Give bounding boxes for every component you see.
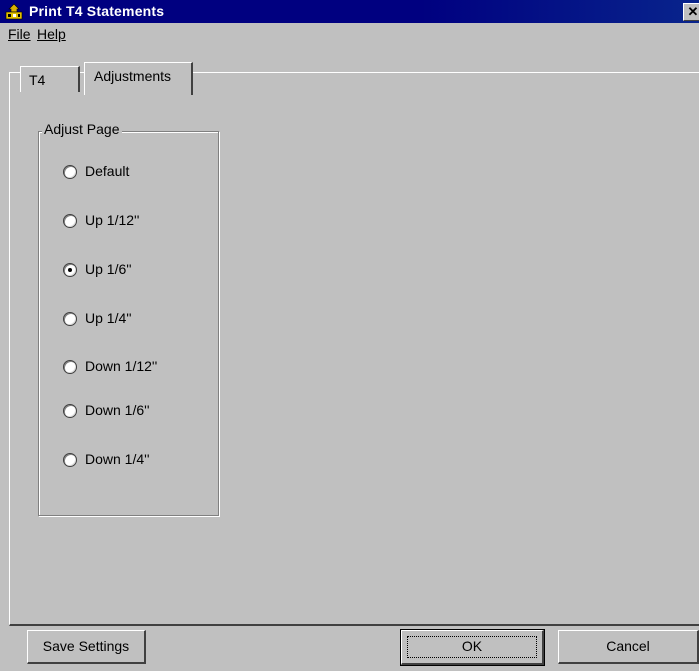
radio-label: Down 1/4'' xyxy=(85,451,150,467)
close-button[interactable]: ✕ xyxy=(683,3,699,21)
radio-button[interactable] xyxy=(63,453,77,467)
radio-button[interactable] xyxy=(63,360,77,374)
title-bar[interactable]: Print T4 Statements ✕ xyxy=(0,0,699,23)
radio-button[interactable] xyxy=(63,214,77,228)
radio-button[interactable] xyxy=(63,263,77,277)
menu-help-label: Help xyxy=(37,26,66,42)
cancel-label: Cancel xyxy=(606,638,650,654)
radio-selected-dot xyxy=(68,268,72,272)
radio-label: Up 1/4'' xyxy=(85,310,132,326)
window-title: Print T4 Statements xyxy=(29,3,165,19)
tab-t4[interactable]: T4 xyxy=(20,66,80,92)
radio-button[interactable] xyxy=(63,312,77,326)
ok-button[interactable]: OK xyxy=(400,629,545,666)
radio-button[interactable] xyxy=(63,165,77,179)
save-settings-label: Save Settings xyxy=(42,638,130,654)
radio-label: Up 1/12'' xyxy=(85,212,140,228)
radio-label: Down 1/12'' xyxy=(85,358,158,374)
app-icon xyxy=(5,3,23,20)
menu-help[interactable]: Help xyxy=(37,26,66,42)
save-settings-button[interactable]: Save Settings xyxy=(27,630,146,664)
tab-adjustments-label: Adjustments xyxy=(94,68,172,84)
cancel-button[interactable]: Cancel xyxy=(558,630,699,664)
radio-label: Default xyxy=(85,163,130,179)
focus-rect xyxy=(407,636,537,658)
close-icon: ✕ xyxy=(687,4,699,19)
menu-bar: File Help xyxy=(0,23,699,43)
group-label: Adjust Page xyxy=(42,121,122,137)
radio-label: Up 1/6'' xyxy=(85,261,132,277)
menu-file[interactable]: File xyxy=(8,26,31,42)
tab-adjustments[interactable]: Adjustments xyxy=(84,62,193,95)
radio-label: Down 1/6'' xyxy=(85,402,150,418)
radio-button[interactable] xyxy=(63,404,77,418)
tab-t4-label: T4 xyxy=(29,72,46,88)
tab-strip: T4 Adjustments xyxy=(0,43,699,95)
menu-file-label: File xyxy=(8,26,31,42)
